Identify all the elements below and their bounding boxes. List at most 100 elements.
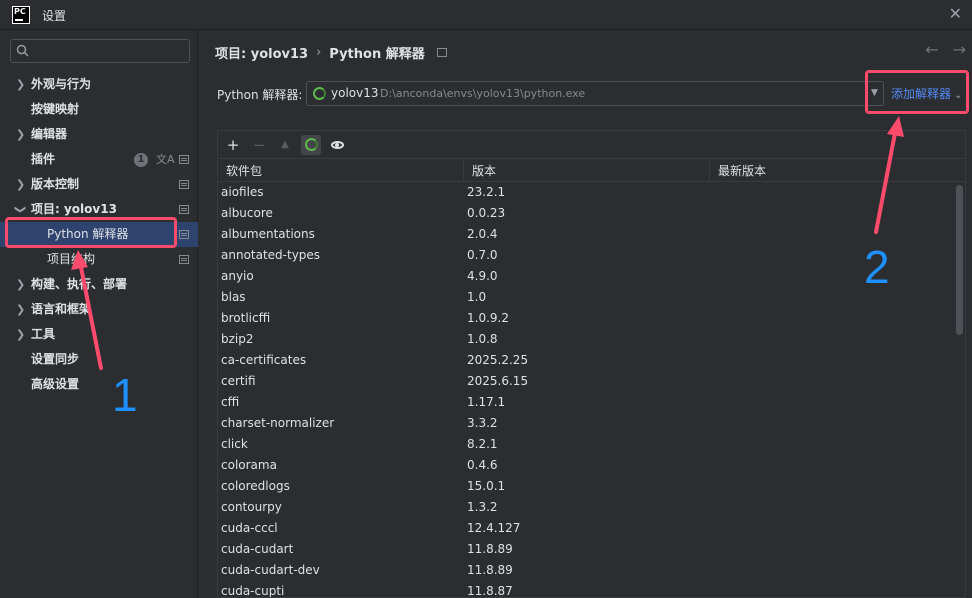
sidebar-item-settings-sync[interactable]: 设置同步 xyxy=(0,347,198,372)
table-row[interactable]: certifi 2025.6.15 xyxy=(218,371,965,392)
table-row[interactable]: cuda-cudart-dev 11.8.89 xyxy=(218,560,965,581)
interpreter-label: Python 解释器: xyxy=(217,87,303,102)
vertical-scrollbar[interactable] xyxy=(956,185,963,335)
interpreter-name: yolov13 xyxy=(331,86,379,100)
settings-search[interactable] xyxy=(10,39,190,63)
sidebar-item-version-control[interactable]: ❯ 版本控制 xyxy=(0,172,198,197)
breadcrumb-project[interactable]: 项目: yolov13 xyxy=(215,43,308,62)
sidebar-item-advanced[interactable]: 高级设置 xyxy=(0,372,198,397)
project-scope-icon xyxy=(436,48,447,57)
chevron-right-icon[interactable]: ❯ xyxy=(16,122,25,147)
package-version-cell: 8.2.1 xyxy=(467,437,498,451)
project-scope-icon xyxy=(179,155,189,164)
chevron-right-icon[interactable]: ❯ xyxy=(16,172,25,197)
conda-env-icon xyxy=(304,138,318,151)
history-nav: ← → xyxy=(925,40,966,59)
sidebar-item-appearance[interactable]: ❯ 外观与行为 xyxy=(0,72,198,97)
package-name-cell: anyio xyxy=(221,269,254,283)
project-scope-icon xyxy=(179,180,189,189)
column-header-latest[interactable]: 最新版本 xyxy=(710,159,955,181)
sidebar-item-project-structure[interactable]: 项目结构 xyxy=(0,247,198,272)
sidebar-item-plugins[interactable]: 插件 1 文A xyxy=(0,147,198,172)
package-name-cell: albucore xyxy=(221,206,273,220)
table-row[interactable]: click 8.2.1 xyxy=(218,434,965,455)
interpreter-row: Python 解释器: yolov13 D:\anconda\envs\yolo… xyxy=(217,81,884,106)
column-header-version[interactable]: 版本 xyxy=(464,159,710,181)
table-row[interactable]: coloredlogs 15.0.1 xyxy=(218,476,965,497)
table-row[interactable]: brotlicffi 1.0.9.2 xyxy=(218,308,965,329)
package-name-cell: coloredlogs xyxy=(221,479,290,493)
package-latest-cell xyxy=(710,224,955,245)
sidebar-item-label: 项目结构 xyxy=(47,252,96,266)
sidebar-item-build-execution[interactable]: ❯ 构建、执行、部署 xyxy=(0,272,198,297)
upgrade-package-button[interactable]: ▲ xyxy=(275,135,295,155)
conda-env-icon xyxy=(313,87,326,100)
package-latest-cell xyxy=(710,581,955,597)
sidebar-item-label: 设置同步 xyxy=(31,352,80,366)
package-name-cell: ca-certificates xyxy=(221,353,307,367)
show-early-releases-button[interactable] xyxy=(327,135,347,155)
sidebar-item-languages[interactable]: ❯ 语言和框架 xyxy=(0,297,198,322)
package-name-cell: cuda-cccl xyxy=(221,521,278,535)
table-row[interactable]: contourpy 1.3.2 xyxy=(218,497,965,518)
search-input[interactable] xyxy=(33,42,183,60)
chevron-right-icon[interactable]: ❯ xyxy=(16,322,25,347)
close-icon[interactable]: ✕ xyxy=(949,4,962,23)
sidebar-item-label: 语言和框架 xyxy=(31,302,92,316)
sidebar-item-tools[interactable]: ❯ 工具 xyxy=(0,322,198,347)
breadcrumb-page: Python 解释器 xyxy=(329,47,425,62)
package-version-cell: 0.7.0 xyxy=(467,248,498,262)
sidebar-item-editor[interactable]: ❯ 编辑器 xyxy=(0,122,198,147)
package-version-cell: 2025.6.15 xyxy=(467,374,529,388)
package-latest-cell xyxy=(710,560,955,581)
package-name-cell: cuda-cudart-dev xyxy=(221,563,320,577)
column-header-package[interactable]: 软件包 xyxy=(218,159,464,181)
back-arrow-icon[interactable]: ← xyxy=(925,40,938,59)
table-row[interactable]: aiofiles 23.2.1 xyxy=(218,182,965,203)
package-name-cell: brotlicffi xyxy=(221,311,271,325)
table-row[interactable]: cuda-cccl 12.4.127 xyxy=(218,518,965,539)
table-row[interactable]: colorama 0.4.6 xyxy=(218,455,965,476)
package-version-cell: 1.3.2 xyxy=(467,500,498,514)
package-latest-cell xyxy=(710,245,955,266)
table-row[interactable]: cffi 1.17.1 xyxy=(218,392,965,413)
interpreter-select[interactable]: yolov13 D:\anconda\envs\yolov13\python.e… xyxy=(306,81,884,106)
chevron-down-icon[interactable]: ❯ xyxy=(8,205,33,214)
table-row[interactable]: charset-normalizer 3.3.2 xyxy=(218,413,965,434)
translate-icon: 文A xyxy=(156,153,175,166)
package-version-cell: 1.0.8 xyxy=(467,332,498,346)
forward-arrow-icon[interactable]: → xyxy=(953,40,966,59)
chevron-right-icon[interactable]: ❯ xyxy=(16,272,25,297)
project-scope-icon xyxy=(179,255,189,264)
sidebar-item-keymap[interactable]: 按键映射 xyxy=(0,97,198,122)
package-name-cell: blas xyxy=(221,290,246,304)
window-title: 设置 xyxy=(42,9,67,23)
package-version-cell: 1.0 xyxy=(467,290,487,304)
package-latest-cell xyxy=(710,350,955,371)
package-name-cell: cffi xyxy=(221,395,240,409)
table-row[interactable]: ca-certificates 2025.2.25 xyxy=(218,350,965,371)
table-row[interactable]: annotated-types 0.7.0 xyxy=(218,245,965,266)
remove-package-button[interactable]: − xyxy=(249,135,269,155)
project-scope-icon xyxy=(179,205,189,214)
add-package-button[interactable]: + xyxy=(223,135,243,155)
sidebar-item-label: 按键映射 xyxy=(31,102,80,116)
plugins-update-badge: 1 xyxy=(134,153,148,167)
table-row[interactable]: cuda-cudart 11.8.89 xyxy=(218,539,965,560)
search-icon xyxy=(16,44,29,57)
chevron-right-icon[interactable]: ❯ xyxy=(16,297,25,322)
package-version-cell: 12.4.127 xyxy=(467,521,521,535)
package-latest-cell xyxy=(710,329,955,350)
table-row[interactable]: bzip2 1.0.8 xyxy=(218,329,965,350)
sidebar-item-label: 版本控制 xyxy=(31,177,80,191)
table-row[interactable]: blas 1.0 xyxy=(218,287,965,308)
chevron-right-icon[interactable]: ❯ xyxy=(16,72,25,97)
breadcrumb: 项目: yolov13 › Python 解释器 xyxy=(215,43,447,62)
conda-toggle-button[interactable] xyxy=(301,134,321,155)
table-row[interactable]: albucore 0.0.23 xyxy=(218,203,965,224)
package-name-cell: contourpy xyxy=(221,500,282,514)
interpreter-path: D:\anconda\envs\yolov13\python.exe xyxy=(380,87,586,100)
table-row[interactable]: cuda-cupti 11.8.87 xyxy=(218,581,965,597)
table-row[interactable]: anyio 4.9.0 xyxy=(218,266,965,287)
table-row[interactable]: albumentations 2.0.4 xyxy=(218,224,965,245)
